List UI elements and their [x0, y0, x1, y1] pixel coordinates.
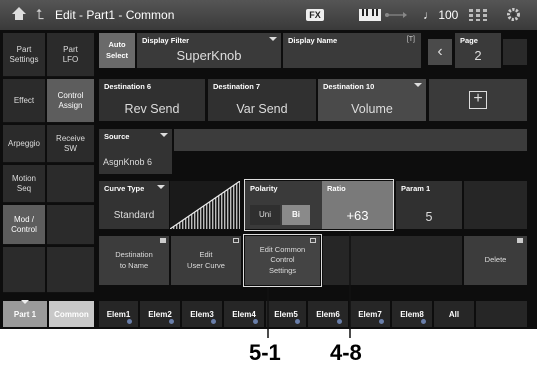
callout-label-left: 5-1: [249, 340, 281, 365]
callout-label-right: 4-8: [330, 340, 362, 365]
callout-lines: [267, 231, 351, 338]
